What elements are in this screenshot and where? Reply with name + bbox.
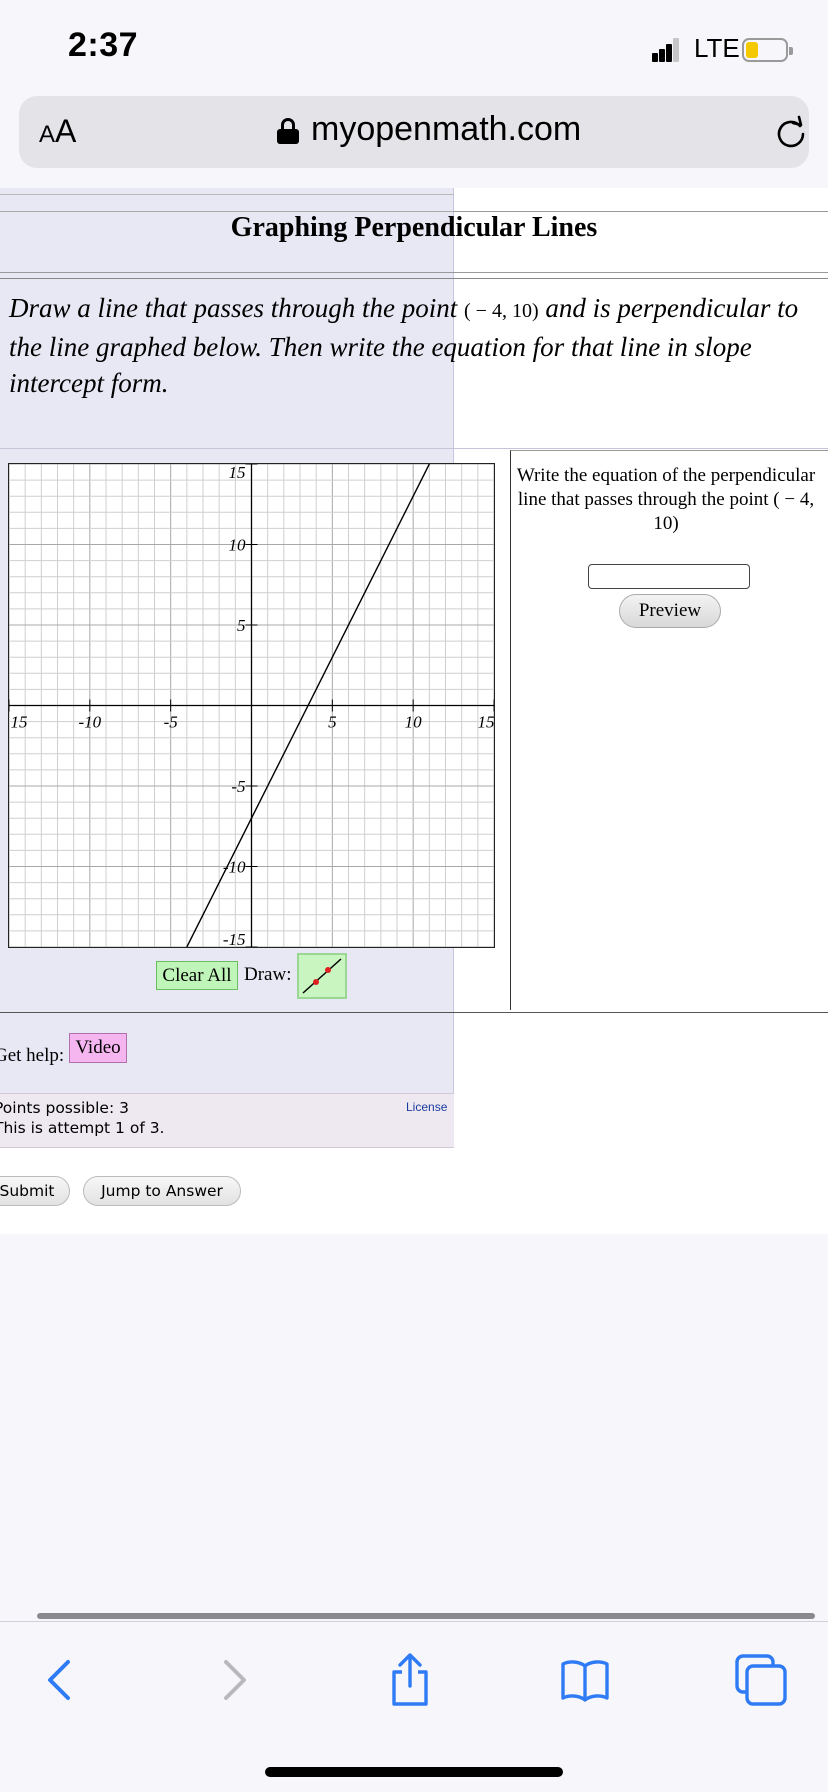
preview-button[interactable]: Preview [619, 594, 721, 628]
video-button[interactable]: Video [69, 1033, 127, 1063]
graph-canvas[interactable]: 15 -10 -5 5 10 15 15 10 5 -5 -10 -15 [8, 463, 495, 949]
toolbar-divider [0, 1621, 828, 1622]
x-tick-label: -5 [164, 713, 178, 732]
url-domain[interactable]: myopenmath.com [311, 110, 581, 149]
submit-button[interactable]: Submit [0, 1176, 70, 1206]
page-title: Graphing Perpendicular Lines [230, 212, 598, 243]
line-tool-button[interactable] [297, 953, 347, 999]
prompt-text-1: Draw a line that passes through the poin… [9, 293, 458, 323]
get-help-label: Get help: [0, 1045, 65, 1066]
graph-svg[interactable]: 15 -10 -5 5 10 1515105-5-10-15 [8, 463, 495, 949]
text-size-button[interactable]: AA [39, 113, 76, 150]
home-indicator [265, 1767, 563, 1777]
lock-icon [277, 118, 299, 144]
battery-icon [742, 38, 793, 62]
y-tick-label: 5 [237, 616, 246, 635]
tabs-icon[interactable] [733, 1652, 789, 1708]
reload-icon[interactable] [773, 114, 809, 150]
points-possible: Points possible: 3 [0, 1099, 129, 1117]
answer-panel: Write the equation of the perpendicular … [510, 450, 828, 1010]
x-tick-label: 15 [478, 713, 495, 732]
x-tick-label: 5 [328, 713, 337, 732]
share-icon[interactable] [382, 1652, 438, 1708]
address-bar[interactable]: AA myopenmath.com [19, 96, 809, 168]
prompt-point: ( − 4, 10) [464, 300, 539, 322]
answer-prompt: Write the equation of the perpendicular … [516, 465, 816, 534]
y-tick-label: 10 [229, 536, 247, 555]
line-tool-icon [302, 958, 342, 994]
x-tick-label: 15 [11, 713, 28, 732]
scroll-indicator [37, 1613, 815, 1619]
license-link[interactable]: License [406, 1100, 447, 1114]
attempt-count: This is attempt 1 of 3. [0, 1119, 165, 1137]
network-type: LTE [694, 33, 740, 63]
jump-to-answer-button[interactable]: Jump to Answer [83, 1176, 241, 1206]
equation-input[interactable] [588, 564, 750, 589]
text-size-small: A [39, 121, 56, 148]
y-tick-label: -5 [231, 777, 245, 796]
clock: 2:37 [68, 26, 139, 64]
question-prompt: Draw a line that passes through the poin… [9, 290, 821, 401]
bookmarks-icon[interactable] [557, 1652, 613, 1708]
points-panel: Points possible: 3 This is attempt 1 of … [0, 1093, 454, 1148]
back-icon[interactable] [32, 1652, 88, 1708]
web-content: Graphing Perpendicular Lines Draw a line… [0, 188, 828, 1234]
status-bar: 2:37 LTE [0, 0, 828, 95]
text-size-large: A [55, 113, 77, 149]
draw-label: Draw: [244, 964, 292, 985]
y-tick-label: -15 [223, 930, 246, 947]
clear-all-button[interactable]: Clear All [156, 961, 238, 990]
x-tick-label: 10 [405, 713, 423, 732]
y-tick-label: 15 [229, 464, 246, 482]
signal-icon [652, 38, 680, 62]
points-info: Points possible: 3 This is attempt 1 of … [0, 1098, 165, 1138]
forward-icon[interactable] [206, 1652, 262, 1708]
x-tick-label: -10 [78, 713, 101, 732]
